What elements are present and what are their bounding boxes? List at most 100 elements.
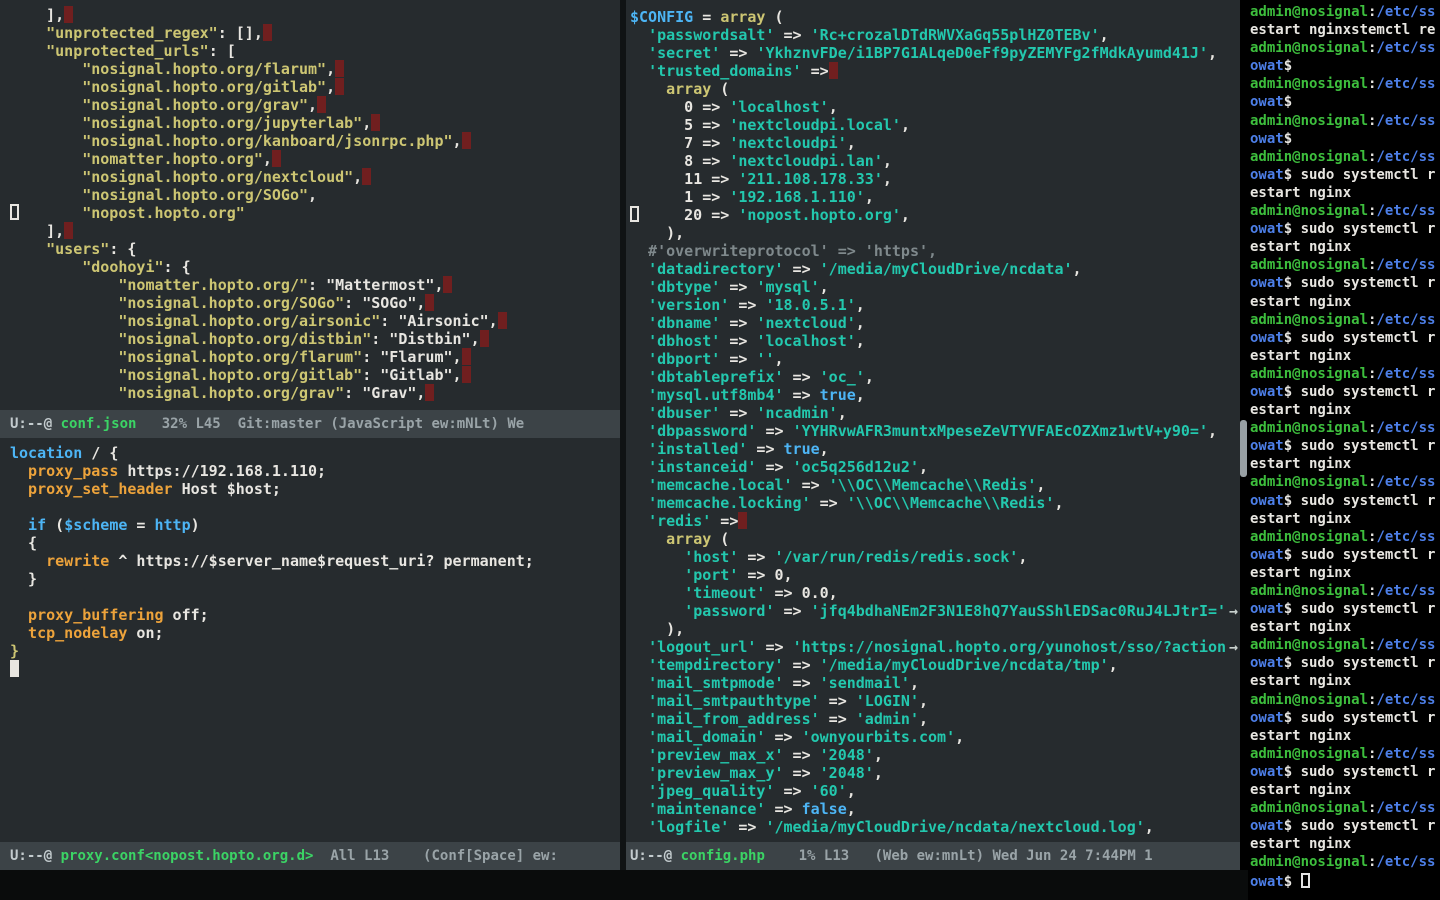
code-line: 'mysql.utf8mb4' => true,: [630, 386, 1240, 404]
text-segment: /etc/ss: [1376, 854, 1435, 870]
text-segment: : "Mattermost",: [308, 276, 443, 294]
text-segment: "nosignal.hopto.org/gitlab": [10, 78, 326, 96]
editor-window-config-php[interactable]: $CONFIG = array ( 'passwordsalt' => 'Rc+…: [626, 0, 1240, 842]
text-segment: /etc/ss: [1376, 692, 1435, 708]
text-segment: [630, 278, 648, 296]
truncation-arrow-icon: →: [1229, 638, 1238, 656]
text-segment: 'nopost.hopto.org': [738, 206, 901, 224]
terminal-line: owat$ sudo systemctl r: [1250, 221, 1440, 239]
code-line: 'preview_max_y' => '2048',: [630, 764, 1240, 782]
code-line: 'memcache.locking' => '\\OC\\Memcache\\R…: [630, 494, 1240, 512]
text-segment: =>: [784, 674, 820, 692]
text-segment: ,: [308, 186, 317, 204]
code-line: if ($scheme = http): [10, 516, 620, 534]
text-segment: '18.0.5.1': [765, 296, 855, 314]
terminal-line: admin@nosignal:/etc/ss: [1250, 312, 1440, 330]
text-segment: =: [693, 8, 720, 26]
text-segment: /etc/ss: [1376, 366, 1435, 382]
editor-window-conf-json[interactable]: ], "unprotected_regex": [], "unprotected…: [0, 0, 620, 410]
window-divider: [620, 0, 626, 870]
code-line: proxy_set_header Host $host;: [10, 480, 620, 498]
code-line: 0 => 'localhost',: [630, 98, 1240, 116]
text-segment: /etc/ss: [1376, 637, 1435, 653]
echo-area[interactable]: [0, 870, 1248, 900]
text-segment: : "Distbin",: [371, 330, 479, 348]
terminal-line: owat$: [1250, 58, 1440, 76]
text-segment: "nosignal.hopto.org/SOGo": [10, 186, 308, 204]
text-segment: "doohoyi": [10, 258, 164, 276]
text-segment: owat: [1250, 131, 1284, 147]
text-segment: $ sudo systemctl r: [1284, 438, 1436, 454]
text-segment: ),: [630, 620, 684, 638]
text-segment: ,: [829, 98, 838, 116]
text-segment: estart nginx: [1250, 836, 1351, 852]
scrollbar-thumb[interactable]: [1240, 420, 1247, 477]
code-line: proxy_pass https://192.168.1.110;: [10, 462, 620, 480]
text-segment: 'trusted_domains': [648, 62, 802, 80]
trailing-whitespace-marker: [498, 312, 507, 329]
terminal-line: owat$ sudo systemctl r: [1250, 167, 1440, 185]
text-segment: ,: [919, 710, 928, 728]
text-segment: array: [720, 8, 765, 26]
text-segment: =: [127, 516, 154, 534]
vertical-scrollbar[interactable]: [1240, 0, 1248, 842]
text-segment: =>: [784, 386, 820, 404]
text-segment: =>: [720, 404, 756, 422]
trailing-whitespace-marker: [425, 384, 434, 401]
code-line: 'dbtableprefix' => 'oc_',: [630, 368, 1240, 386]
text-segment: '\\OC\\Memcache\\Redis': [829, 476, 1037, 494]
text-segment: 'localhost': [729, 98, 828, 116]
text-segment: ,: [1109, 656, 1118, 674]
text-segment: 'jfq4bdhaNEm2F3N1E8hQ7YauSShlEDSac0RuJ4L…: [811, 602, 1226, 620]
text-segment: =>: [784, 260, 820, 278]
text-segment: owat: [1250, 384, 1284, 400]
text-segment: / {: [82, 444, 118, 462]
text-segment: [630, 548, 684, 566]
text-segment: 'dbtype': [648, 278, 720, 296]
text-segment: [630, 728, 648, 746]
text-segment: }: [10, 642, 19, 660]
text-segment: ],: [10, 222, 64, 240]
text-segment: /etc/ss: [1376, 203, 1435, 219]
code-line: {: [10, 534, 620, 552]
text-segment: $ sudo systemctl r: [1284, 764, 1436, 780]
text-segment: http: [155, 516, 191, 534]
text-segment: $: [1284, 131, 1292, 147]
modeline-conf-json[interactable]: U:--@ conf.json 32% L45 Git:master (Java…: [0, 410, 620, 438]
trailing-whitespace-marker: [462, 366, 471, 383]
text-segment: owat: [1250, 275, 1284, 291]
terminal-line: owat$ sudo systemctl r: [1250, 547, 1440, 565]
code-line: "nosignal.hopto.org/jupyterlab",: [10, 114, 620, 132]
code-line: 'preview_max_x' => '2048',: [630, 746, 1240, 764]
text-segment: 'logout_url': [648, 638, 756, 656]
text-segment: ,: [919, 692, 928, 710]
text-segment: estart nginx: [1250, 673, 1351, 689]
text-segment: array: [666, 80, 711, 98]
text-segment: U:--@: [10, 848, 52, 864]
modeline-proxy-conf[interactable]: U:--@ proxy.conf<nopost.hopto.org.d> All…: [0, 842, 620, 870]
text-segment: $ sudo systemctl r: [1284, 493, 1436, 509]
text-segment: admin@nosignal: [1250, 366, 1368, 382]
text-segment: ,: [1100, 26, 1109, 44]
text-segment: : {: [164, 258, 191, 276]
modeline-config-php[interactable]: U:--@ config.php 1% L13 (Web ew:mnLt) We…: [626, 842, 1240, 870]
text-segment: [52, 416, 60, 432]
text-segment: : "SOGo",: [344, 294, 425, 312]
text-segment: admin@nosignal: [1250, 692, 1368, 708]
text-segment: =>: [784, 746, 820, 764]
terminal-pane[interactable]: admin@nosignal:/etc/ssestart nginxstemct…: [1248, 0, 1440, 900]
code-line: 'host' => '/var/run/redis/redis.sock',: [630, 548, 1240, 566]
text-segment: ,: [1145, 818, 1154, 836]
text-segment: ,: [865, 188, 874, 206]
text-segment: owat: [1250, 601, 1284, 617]
text-segment: All L13 (Conf[Space] ew:: [313, 848, 566, 864]
terminal-line: owat$ sudo systemctl r: [1250, 710, 1440, 728]
text-segment: [630, 404, 648, 422]
text-segment: [630, 350, 648, 368]
text-segment: =>: [775, 602, 811, 620]
editor-window-proxy-conf[interactable]: location / { proxy_pass https://192.168.…: [0, 438, 620, 842]
text-segment: ,: [362, 114, 371, 132]
text-segment: "nosignal.hopto.org/kanboard/jsonrpc.php…: [10, 132, 453, 150]
text-segment: admin@nosignal: [1250, 529, 1368, 545]
text-segment: /etc/ss: [1376, 76, 1435, 92]
